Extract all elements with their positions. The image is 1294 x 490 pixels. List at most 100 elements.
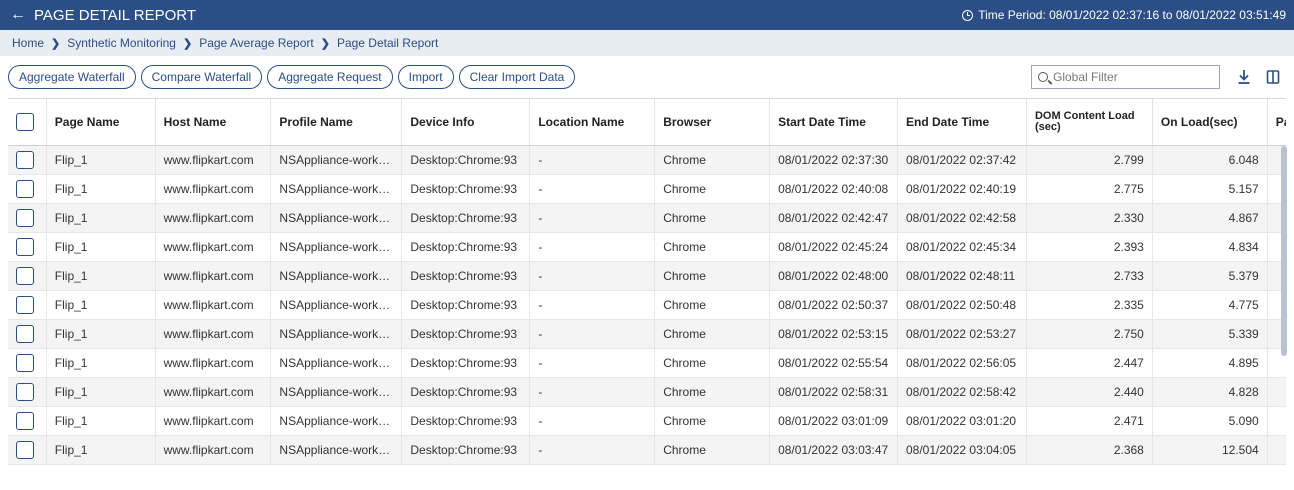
table-cell: - — [529, 377, 656, 407]
column-header[interactable]: End Date Time — [897, 99, 1027, 146]
table-cell: Chrome — [654, 232, 771, 262]
row-checkbox[interactable] — [16, 440, 34, 459]
table-cell: 2.335 — [1026, 290, 1153, 320]
table-cell: NSAppliance-work-c... — [270, 290, 403, 320]
breadcrumb-page-average-report[interactable]: Page Average Report — [199, 36, 314, 50]
table-cell: Desktop:Chrome:93 — [401, 406, 531, 436]
table-cell: 08/01/2022 02:56:05 — [897, 348, 1027, 378]
table-cell: NSAppliance-work-c... — [270, 406, 403, 436]
column-header[interactable]: On Load(sec) — [1152, 99, 1268, 146]
table-cell: Flip_1 — [46, 290, 156, 320]
table-cell: NSAppliance-work-c... — [270, 174, 403, 204]
table-row[interactable]: Flip_1 www.flipkart.com NSAppliance-work-c… — [8, 145, 1286, 175]
table-cell — [1267, 377, 1286, 407]
table-cell: Flip_1 — [46, 261, 156, 291]
table-cell: 08/01/2022 02:37:42 — [897, 145, 1027, 175]
breadcrumb: Home ❯ Synthetic Monitoring ❯ Page Avera… — [0, 30, 1294, 56]
column-header[interactable]: DOM Content Load (sec) — [1026, 99, 1153, 146]
row-checkbox[interactable] — [16, 324, 34, 343]
table-cell: 08/01/2022 02:45:24 — [769, 232, 898, 262]
compare-waterfall-button[interactable]: Compare Waterfall — [140, 65, 263, 89]
table-row[interactable]: Flip_1 www.flipkart.com NSAppliance-work-c… — [8, 174, 1286, 204]
column-header[interactable]: Location Name — [529, 99, 656, 146]
table-cell: 5.379 — [1152, 261, 1268, 291]
download-icon[interactable] — [1237, 68, 1251, 86]
table-cell: 08/01/2022 02:40:08 — [769, 174, 898, 204]
row-checkbox[interactable] — [16, 411, 34, 430]
global-filter — [1031, 65, 1220, 89]
data-table: Page Name Host Name Profile Name Device … — [8, 98, 1286, 490]
row-checkbox[interactable] — [16, 237, 34, 256]
table-cell: Flip_1 — [46, 319, 156, 349]
table-cell: 08/01/2022 02:55:54 — [769, 348, 898, 378]
time-period: Time Period: 08/01/2022 02:37:16 to 08/0… — [962, 8, 1286, 22]
table-cell: 2.750 — [1026, 319, 1153, 349]
row-checkbox[interactable] — [16, 382, 34, 401]
table-cell: 08/01/2022 02:58:42 — [897, 377, 1027, 407]
table-cell: - — [529, 435, 656, 465]
column-header[interactable]: Host Name — [155, 99, 272, 146]
table-cell: 2.799 — [1026, 145, 1153, 175]
row-checkbox[interactable] — [16, 208, 34, 227]
table-cell: Flip_1 — [46, 145, 156, 175]
table-cell: 08/01/2022 02:53:27 — [897, 319, 1027, 349]
import-button[interactable]: Import — [397, 65, 454, 89]
column-header[interactable]: Start Date Time — [769, 99, 898, 146]
search-icon — [1038, 72, 1048, 82]
vertical-scrollbar[interactable] — [1281, 146, 1287, 356]
columns-icon[interactable] — [1266, 68, 1280, 86]
table-cell: 08/01/2022 02:45:34 — [897, 232, 1027, 262]
column-header[interactable]: Device Info — [401, 99, 531, 146]
table-cell: 08/01/2022 02:48:11 — [897, 261, 1027, 291]
table-row[interactable]: Flip_1 www.flipkart.com NSAppliance-work-c… — [8, 232, 1286, 262]
table-cell: 4.775 — [1152, 290, 1268, 320]
table-cell: NSAppliance-work-c... — [270, 203, 403, 233]
table-cell: Chrome — [654, 348, 771, 378]
aggregate-request-button[interactable]: Aggregate Request — [267, 65, 393, 89]
table-cell: Desktop:Chrome:93 — [401, 290, 531, 320]
table-cell: Flip_1 — [46, 203, 156, 233]
aggregate-waterfall-button[interactable]: Aggregate Waterfall — [8, 65, 136, 89]
column-header[interactable]: Profile Name — [270, 99, 403, 146]
column-header[interactable]: Browser — [654, 99, 771, 146]
table-cell: www.flipkart.com — [155, 435, 272, 465]
table-cell: NSAppliance-work-c... — [270, 232, 403, 262]
table-cell: 08/01/2022 03:01:09 — [769, 406, 898, 436]
column-header[interactable]: Page Name — [46, 99, 156, 146]
row-checkbox[interactable] — [16, 179, 34, 198]
row-checkbox[interactable] — [16, 150, 34, 169]
breadcrumb-page-detail-report[interactable]: Page Detail Report — [337, 36, 438, 50]
table-row[interactable]: Flip_1 www.flipkart.com NSAppliance-work-c… — [8, 319, 1286, 349]
table-row[interactable]: Flip_1 www.flipkart.com NSAppliance-work-c… — [8, 261, 1286, 291]
table-cell: 5.090 — [1152, 406, 1268, 436]
breadcrumb-synthetic-monitoring[interactable]: Synthetic Monitoring — [67, 36, 176, 50]
table-cell: 12.504 — [1152, 435, 1268, 465]
table-row[interactable]: Flip_1 www.flipkart.com NSAppliance-work-c… — [8, 203, 1286, 233]
global-filter-input[interactable] — [1053, 70, 1213, 84]
breadcrumb-home[interactable]: Home — [12, 36, 44, 50]
row-checkbox[interactable] — [16, 266, 34, 285]
table-cell: Chrome — [654, 435, 771, 465]
column-header[interactable]: Pag — [1267, 99, 1286, 146]
table-row[interactable]: Flip_1 www.flipkart.com NSAppliance-work-c… — [8, 377, 1286, 407]
back-arrow-icon[interactable]: ← — [10, 6, 26, 24]
table-cell: 08/01/2022 03:03:47 — [769, 435, 898, 465]
table-cell: Desktop:Chrome:93 — [401, 348, 531, 378]
table-cell: Chrome — [654, 319, 771, 349]
table-cell: Chrome — [654, 406, 771, 436]
table-row[interactable]: Flip_1 www.flipkart.com NSAppliance-work-c… — [8, 348, 1286, 378]
table-cell: 08/01/2022 02:50:37 — [769, 290, 898, 320]
table-cell: Chrome — [654, 145, 771, 175]
table-cell: 08/01/2022 03:01:20 — [897, 406, 1027, 436]
row-checkbox[interactable] — [16, 353, 34, 372]
table-cell: Desktop:Chrome:93 — [401, 232, 531, 262]
clear-import-data-button[interactable]: Clear Import Data — [458, 65, 576, 89]
select-all-checkbox[interactable] — [16, 112, 34, 131]
table-row[interactable]: Flip_1 www.flipkart.com NSAppliance-work-c… — [8, 406, 1286, 436]
row-checkbox[interactable] — [16, 295, 34, 314]
table-cell: Desktop:Chrome:93 — [401, 435, 531, 465]
table-cell: NSAppliance-work-c... — [270, 348, 403, 378]
table-row[interactable]: Flip_1 www.flipkart.com NSAppliance-work-c… — [8, 290, 1286, 320]
table-row[interactable]: Flip_1 www.flipkart.com NSAppliance-work-c… — [8, 435, 1286, 465]
table-cell: 2.393 — [1026, 232, 1153, 262]
